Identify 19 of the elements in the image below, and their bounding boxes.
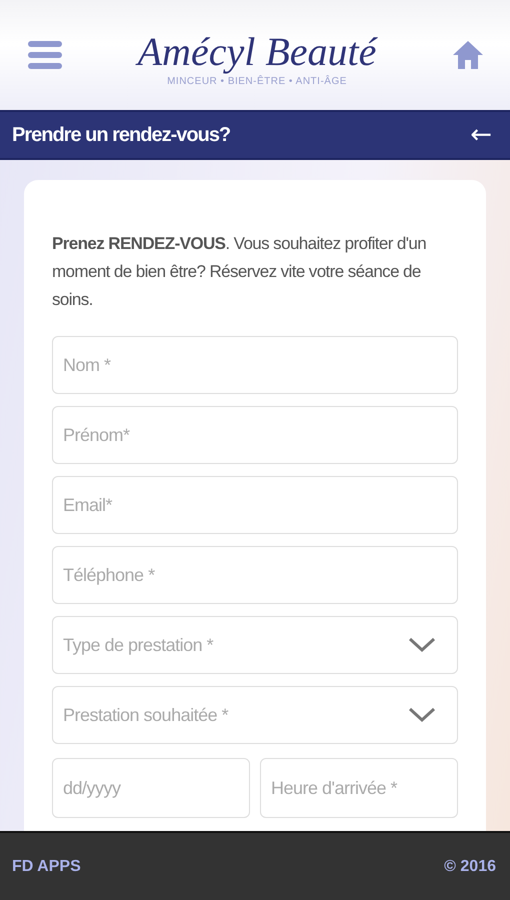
input-field[interactable]: Nom * bbox=[52, 336, 458, 394]
logo-text: Amécyl Beauté bbox=[138, 30, 376, 74]
input-field[interactable]: Téléphone * bbox=[52, 546, 458, 604]
input-field[interactable]: Heure d'arrivée * bbox=[260, 758, 458, 818]
chevron-down-icon bbox=[408, 637, 436, 653]
input-field[interactable]: Type de prestation * bbox=[52, 616, 458, 674]
copyright: © 2016 bbox=[444, 858, 496, 876]
page-title: Prendre un rendez-vous? bbox=[12, 124, 230, 146]
back-button[interactable]: ← bbox=[466, 120, 496, 150]
tagline: MINCEUR • BIEN-ÊTRE • ANTI-ÂGE bbox=[167, 76, 347, 86]
input-field[interactable]: Prestation souhaitée * bbox=[52, 686, 458, 744]
menu-icon[interactable] bbox=[28, 40, 62, 70]
input-field[interactable]: dd/yyyy bbox=[52, 758, 250, 818]
intro-text: Prenez RENDEZ-VOUS. Vous souhaitez profiter d'un moment de bien être? Réservez vite votre séance de soins. bbox=[52, 233, 428, 311]
input-field[interactable]: Prénom* bbox=[52, 406, 458, 464]
home-icon[interactable] bbox=[452, 40, 484, 70]
chevron-down-icon bbox=[408, 707, 436, 723]
footer-brand: FD APPS bbox=[12, 858, 81, 876]
input-field[interactable]: Email* bbox=[52, 476, 458, 534]
